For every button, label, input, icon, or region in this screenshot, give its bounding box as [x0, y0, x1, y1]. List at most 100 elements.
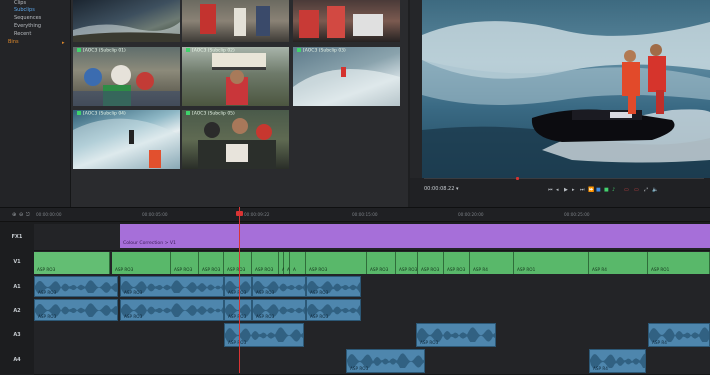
track-header-v1[interactable]: V1	[0, 259, 34, 265]
colour-correction-effect[interactable]: Colour Correction > V1	[120, 224, 710, 248]
clip-label: ASP RO3	[310, 290, 329, 295]
video-clip[interactable]: A	[290, 252, 306, 274]
viewer-timecode[interactable]: 00:00:08.22	[424, 186, 454, 192]
audio-clip[interactable]: ASP RO3	[252, 276, 306, 297]
audio-clip[interactable]: ASP R4	[648, 323, 710, 347]
audio-clip[interactable]: ASP R4	[589, 349, 646, 373]
audio-clip[interactable]: ASP RO3	[34, 276, 118, 297]
video-clip[interactable]: ASP RO3	[252, 252, 279, 274]
mark-out-icon[interactable]: ■	[604, 187, 609, 193]
track-lane-a1[interactable]: ASP RO3 ASP RO3 ASP RO3 ASP RO3 ASP RO3	[34, 275, 710, 299]
audio-clip[interactable]: ASP RO3	[306, 276, 361, 297]
snap-icon[interactable]: ⎋	[26, 212, 30, 218]
audio-clip[interactable]: ASP RO3	[120, 299, 224, 321]
sidebar-item-everything[interactable]: Everything	[14, 23, 41, 29]
mark-in-icon[interactable]: ■	[596, 187, 601, 193]
video-clip[interactable]: ASP RO3	[418, 252, 444, 274]
video-clip[interactable]: ASP R4	[589, 252, 648, 274]
clip-label: ASP RO3	[256, 290, 275, 295]
track-header-a2[interactable]: A2	[0, 308, 34, 314]
video-clip[interactable]: ASP R4	[470, 252, 514, 274]
play-icon[interactable]: ▶	[564, 187, 568, 193]
clip-label: ASP R4	[652, 340, 667, 345]
audio-indicator-icon[interactable]: ♪	[612, 187, 615, 193]
clip-thumbnail[interactable]	[293, 0, 400, 42]
viewer-playhead-marker[interactable]	[516, 177, 519, 180]
video-clip[interactable]: ASP RO3	[306, 252, 367, 274]
audio-clip[interactable]: ASP RO3	[224, 276, 252, 297]
track-lane-a2[interactable]: ASP RO3 ASP RO3 ASP RO3 ASP RO3 ASP RO3	[34, 298, 710, 323]
clip-label: ASP RO3	[228, 290, 247, 295]
bins-expand-icon[interactable]: ▸	[62, 40, 65, 46]
track-lane-a3[interactable]: ASP RO3 ASP RO3 ASP R4	[34, 322, 710, 349]
clip-label: [AOC3 (Subclip 01)	[77, 48, 126, 54]
timeline-playhead[interactable]	[239, 207, 240, 373]
track-lane-fx1[interactable]: Colour Correction > V1	[34, 224, 710, 251]
viewer-scrubber[interactable]	[424, 178, 704, 179]
overwrite-icon[interactable]: ▭	[634, 187, 639, 193]
video-clip[interactable]: ASP RO3	[396, 252, 418, 274]
step-forward-icon[interactable]: ▸	[572, 187, 575, 193]
clip-thumbnail-image	[299, 6, 383, 38]
video-clip[interactable]: ASP RO3	[171, 252, 199, 274]
sidebar-item-sequences[interactable]: Sequences	[14, 15, 41, 21]
track-header-a1[interactable]: A1	[0, 284, 34, 290]
timeline-panel: ⊕ ⊖ ⎋ 00:00:00:00 00:00:05:00 00:00:09:2…	[0, 207, 710, 375]
clip-thumbnail[interactable]: [AOC3 (Subclip 02)	[182, 47, 289, 106]
shuttle-icon[interactable]: ⏩	[588, 187, 594, 193]
audio-clip[interactable]: ASP RO3	[306, 299, 361, 321]
clip-label: ASP RO3	[310, 314, 329, 319]
audio-clip[interactable]: ASP RO3	[34, 299, 118, 321]
track-header-a3[interactable]: A3	[0, 332, 34, 338]
track-lane-a4[interactable]: ASP RO3 ASP R4	[34, 348, 710, 375]
track-header-fx1[interactable]: FX1	[0, 234, 34, 240]
sidebar-item-subclips[interactable]: Subclips	[14, 7, 35, 13]
clip-label: ASP RO3	[174, 267, 193, 272]
timecode-dropdown-icon[interactable]: ▾	[456, 186, 459, 192]
audio-clip[interactable]: ASP RO3	[416, 323, 496, 347]
video-clip[interactable]: ASP RO3	[34, 252, 110, 274]
viewer-image	[422, 0, 710, 178]
audio-clip[interactable]: ASP RO3	[224, 299, 252, 321]
clip-thumbnail[interactable]: [AOC3 (Subclip 04)	[73, 110, 180, 169]
clip-thumbnail[interactable]: [AOC3 (Subclip 03)	[293, 47, 400, 106]
step-back-icon[interactable]: ◂	[556, 187, 559, 193]
video-clip[interactable]: ASP RO3	[444, 252, 470, 274]
viewer-frame[interactable]	[422, 0, 710, 178]
zoom-in-icon[interactable]: ⊕	[12, 212, 16, 218]
sidebar-item-clips[interactable]: Clips	[14, 0, 26, 6]
track-lane-v1[interactable]: ASP RO3 ASP RO3 ASP RO3 ASP RO3 ASP RO3 ASP R…	[34, 251, 710, 276]
video-clip[interactable]: ASP RO1	[648, 252, 710, 274]
audio-clip[interactable]: ASP RO3	[252, 299, 306, 321]
volume-icon[interactable]: 🔈	[652, 187, 658, 193]
clip-label: ASP RO3	[350, 366, 369, 371]
clip-thumbnail[interactable]: [AOC3 (Subclip 05)	[182, 110, 289, 169]
go-to-end-icon[interactable]: ⏭	[580, 187, 585, 193]
sidebar-item-recent[interactable]: Recent	[14, 31, 31, 37]
ruler-tick: 00:00:25:00	[564, 212, 590, 217]
ruler-tick: 00:00:20:00	[458, 212, 484, 217]
video-clip[interactable]: ASP RO1	[514, 252, 589, 274]
zoom-out-icon[interactable]: ⊖	[19, 212, 23, 218]
clip-thumbnail[interactable]	[182, 0, 289, 42]
audio-clip[interactable]: ASP RO3	[346, 349, 425, 373]
timeline-ruler[interactable]: ⊕ ⊖ ⎋ 00:00:00:00 00:00:05:00 00:00:09:2…	[0, 208, 710, 222]
video-clip[interactable]: ASP RO3	[367, 252, 396, 274]
clip-label: ASP RO3	[399, 267, 418, 272]
sidebar-item-bins[interactable]: Bins	[8, 39, 19, 45]
video-clip[interactable]: ASP RO3	[199, 252, 224, 274]
go-to-start-icon[interactable]: ⏮	[548, 187, 553, 193]
clip-thumbnail[interactable]: [AOC3 (Subclip 01)	[73, 47, 180, 106]
playhead-handle[interactable]	[236, 211, 243, 216]
clip-label: ASP RO3	[227, 267, 246, 272]
fullscreen-icon[interactable]: ⤢	[644, 187, 648, 193]
insert-icon[interactable]: ▭	[624, 187, 629, 193]
clip-thumbnail-image	[200, 4, 270, 36]
video-clip[interactable]: ASP RO3	[224, 252, 252, 274]
clip-thumbnail[interactable]	[73, 0, 180, 42]
effect-label: Colour Correction > V1	[123, 241, 176, 246]
video-clip[interactable]: ASP RO3	[112, 252, 171, 274]
audio-clip[interactable]: ASP RO3	[120, 276, 224, 297]
audio-clip[interactable]: ASP RO3	[224, 323, 304, 347]
track-header-a4[interactable]: A4	[0, 357, 34, 363]
